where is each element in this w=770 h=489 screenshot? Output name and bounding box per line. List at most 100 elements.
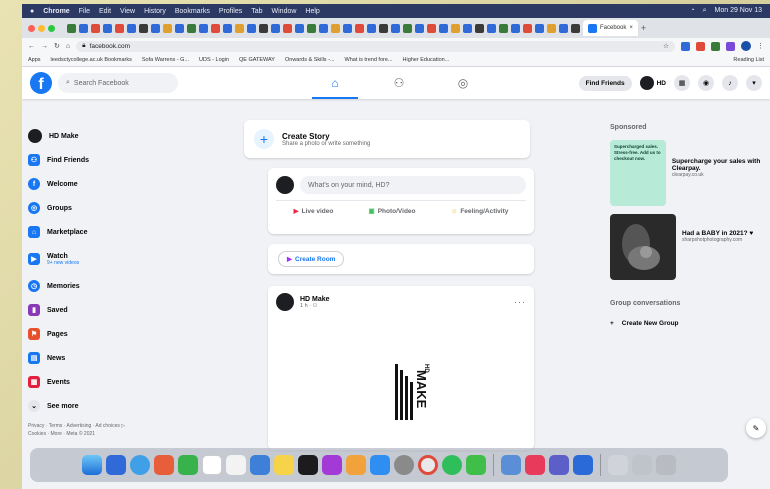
menu-bookmarks[interactable]: Bookmarks — [175, 8, 210, 15]
more-options-icon[interactable]: ··· — [514, 297, 526, 307]
tab-favicon[interactable] — [535, 23, 544, 33]
tab-favicon[interactable] — [319, 23, 328, 33]
word-icon[interactable] — [573, 455, 593, 475]
new-tab-button[interactable]: + — [641, 23, 646, 33]
extension-icon[interactable] — [726, 41, 735, 51]
tab-favicon[interactable] — [187, 23, 196, 33]
sidebar-item-pages[interactable]: ⚑ Pages — [28, 322, 208, 346]
tab-favicon[interactable] — [451, 23, 460, 33]
sponsored-ad[interactable]: Had a BABY in 2021? ♥ sharpshotphotograp… — [610, 214, 770, 280]
nav-friends-icon[interactable]: ⚇ — [386, 67, 412, 99]
tab-favicon[interactable] — [247, 23, 256, 33]
tab-favicon[interactable] — [127, 23, 136, 33]
tab-favicon[interactable] — [259, 23, 268, 33]
sidebar-item-events[interactable]: ▦ Events — [28, 370, 208, 394]
music-icon[interactable] — [525, 455, 545, 475]
nav-home-icon[interactable]: ⌂ — [312, 67, 358, 99]
menu-chrome[interactable]: Chrome — [43, 8, 69, 15]
podcasts-icon[interactable] — [322, 455, 342, 475]
tab-favicon[interactable] — [487, 23, 496, 33]
sidebar-item-find-friends[interactable]: ⚇ Find Friends — [28, 148, 208, 172]
account-chevron-icon[interactable]: ▾ — [746, 75, 762, 91]
tab-favicon[interactable] — [211, 23, 220, 33]
menu-window[interactable]: Window — [272, 8, 297, 15]
tab-favicon[interactable] — [367, 23, 376, 33]
preview-icon[interactable] — [501, 455, 521, 475]
address-bar[interactable]: 🔒︎ facebook.com ☆ — [76, 40, 675, 52]
sidebar-item-news[interactable]: ▤ News — [28, 346, 208, 370]
extension-icon[interactable] — [696, 41, 705, 51]
nav-groups-icon[interactable]: ◎ — [450, 67, 476, 99]
feeling-activity-button[interactable]: ☺ Feeling/Activity — [451, 207, 509, 215]
footer-line[interactable]: Cookies · More · Meta © 2021 — [28, 430, 208, 438]
tab-favicon[interactable] — [223, 23, 232, 33]
tab-favicon[interactable] — [199, 23, 208, 33]
sidebar-item-see-more[interactable]: ⌄ See more — [28, 394, 208, 418]
search-icon[interactable]: ⌕ — [703, 7, 707, 15]
tab-favicon[interactable] — [571, 23, 580, 33]
menu-help[interactable]: Help — [305, 8, 319, 15]
bookmark-item[interactable]: Onwards & Skills -... — [285, 57, 335, 63]
find-friends-button[interactable]: Find Friends — [578, 75, 632, 91]
more-icon[interactable]: ⋮ — [757, 42, 764, 50]
menu-grid-icon[interactable]: ▦ — [674, 75, 690, 91]
messenger-icon[interactable]: ◉ — [698, 75, 714, 91]
bookmark-item[interactable]: Higher Education... — [403, 57, 450, 63]
sidebar-item-profile[interactable]: HD Make — [28, 124, 208, 148]
tab-favicon[interactable] — [463, 23, 472, 33]
sidebar-item-groups[interactable]: ◎ Groups — [28, 196, 208, 220]
menu-history[interactable]: History — [144, 8, 166, 15]
tab-favicon[interactable] — [559, 23, 568, 33]
sidebar-item-saved[interactable]: ▮ Saved — [28, 298, 208, 322]
profile-icon[interactable] — [741, 41, 751, 51]
apple-tv-icon[interactable] — [298, 455, 318, 475]
new-message-icon[interactable]: ✎ — [746, 418, 766, 438]
photo-video-button[interactable]: ▣ Photo/Video — [369, 207, 416, 216]
forward-icon[interactable]: → — [41, 43, 48, 50]
tab-favicon[interactable] — [403, 23, 412, 33]
settings-icon[interactable] — [394, 455, 414, 475]
calendar-icon[interactable] — [202, 455, 222, 475]
sidebar-item-marketplace[interactable]: ⌂ Marketplace — [28, 220, 208, 244]
back-icon[interactable]: ← — [28, 43, 35, 50]
tab-favicon[interactable] — [67, 23, 76, 33]
tab-favicon[interactable] — [415, 23, 424, 33]
bookmark-item[interactable]: Sofa Warrens - G... — [142, 57, 189, 63]
reading-list[interactable]: Reading List — [733, 57, 764, 63]
minimized-window-icon[interactable] — [632, 455, 652, 475]
trash-icon[interactable] — [656, 455, 676, 475]
bookmark-item[interactable]: UDS - Login — [199, 57, 229, 63]
mail-icon[interactable] — [250, 455, 270, 475]
sidebar-item-memories[interactable]: ◷ Memories — [28, 274, 208, 298]
finder-icon[interactable] — [82, 455, 102, 475]
composer-input[interactable]: What's on your mind, HD? — [300, 176, 526, 194]
tab-favicon[interactable] — [427, 23, 436, 33]
zoom-window-button[interactable] — [48, 24, 55, 32]
live-video-button[interactable]: ▶ Live video — [294, 207, 334, 216]
tab-favicon[interactable] — [295, 23, 304, 33]
menu-tab[interactable]: Tab — [251, 8, 262, 15]
safari-icon[interactable] — [130, 455, 150, 475]
bookmark-item[interactable]: leedsctycollege.ac.uk Bookmarks — [51, 57, 132, 63]
tab-favicon[interactable] — [523, 23, 532, 33]
bookmark-item[interactable]: Apps — [28, 57, 41, 63]
menu-profiles[interactable]: Profiles — [219, 8, 242, 15]
tab-favicon[interactable] — [439, 23, 448, 33]
tab-favicon[interactable] — [391, 23, 400, 33]
sidebar-item-welcome[interactable]: f Welcome — [28, 172, 208, 196]
notes-icon[interactable] — [274, 455, 294, 475]
menu-file[interactable]: File — [79, 8, 90, 15]
profile-chip[interactable]: HD — [639, 76, 666, 90]
tab-favicon[interactable] — [79, 23, 88, 33]
extension-icon[interactable] — [681, 41, 690, 51]
star-icon[interactable]: ☆ — [663, 42, 669, 50]
photos-icon[interactable] — [154, 455, 174, 475]
contacts-icon[interactable] — [226, 455, 246, 475]
tab-favicon[interactable] — [151, 23, 160, 33]
tab-favicon[interactable] — [547, 23, 556, 33]
home-icon[interactable]: ⌂ — [66, 43, 70, 50]
notifications-icon[interactable]: ♪ — [722, 75, 738, 91]
tab-favicon[interactable] — [307, 23, 316, 33]
sidebar-item-watch[interactable]: ▶ Watch 9+ new videos — [28, 244, 208, 274]
close-icon[interactable]: × — [629, 25, 633, 31]
